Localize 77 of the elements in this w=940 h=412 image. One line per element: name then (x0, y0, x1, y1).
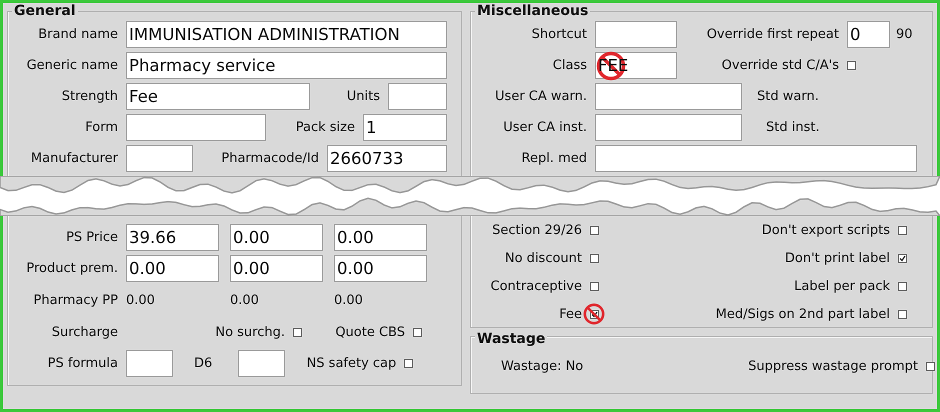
input-field[interactable] (238, 350, 286, 377)
checkbox[interactable] (847, 61, 856, 70)
field-label: Pharmacode/Id (220, 151, 320, 166)
checkbox[interactable] (404, 359, 414, 368)
field-label: D6 (194, 356, 212, 371)
field-label: Pharmacy PP (32, 293, 119, 308)
checkbox[interactable] (898, 254, 907, 262)
checkbox[interactable] (590, 226, 599, 234)
input-field[interactable] (388, 83, 447, 110)
field-label: Units (346, 89, 381, 104)
option-label: No discount (504, 250, 583, 266)
input-field[interactable] (595, 114, 742, 141)
price-value: 0.00 (126, 293, 156, 308)
section-title: General (13, 3, 77, 19)
input-field[interactable]: 2660733 (327, 145, 447, 172)
checkbox[interactable] (590, 282, 599, 290)
option-label: Med/Sigs on 2nd part label (714, 306, 891, 322)
input-field[interactable]: Pharmacy service (126, 52, 447, 79)
input-field[interactable]: 0 (847, 21, 890, 48)
field-label: Generic name (26, 58, 119, 73)
option-label: Don't print label (784, 250, 891, 266)
option-label: Contraceptive (490, 278, 583, 294)
field-label: Quote CBS (334, 325, 406, 340)
field-label: Form (84, 120, 119, 135)
field-label: Product prem. (25, 261, 119, 276)
field-label: Surcharge (50, 325, 119, 340)
price-value: 0.00 (334, 293, 364, 308)
wastage-status: Wastage: No (501, 359, 584, 374)
field-label: PS Price (65, 230, 119, 245)
option-label: Don't export scripts (760, 222, 891, 238)
input-field[interactable]: 39.66 (126, 224, 219, 251)
checkbox[interactable] (293, 328, 302, 337)
input-field[interactable] (595, 83, 742, 110)
input-field[interactable] (126, 145, 193, 172)
field-label: Class (552, 58, 588, 73)
input-field[interactable] (126, 350, 173, 377)
field-label: Std inst. (766, 120, 820, 135)
input-field[interactable] (595, 21, 677, 48)
checkbox[interactable] (898, 310, 907, 318)
field-label: Override first repeat (706, 27, 840, 42)
option-label: Fee (558, 306, 583, 322)
section-title: Wastage (475, 331, 548, 347)
price-value: 0.00 (230, 293, 260, 308)
option-label: Label per pack (793, 278, 891, 294)
field-label: Brand name (37, 27, 119, 42)
checkbox[interactable] (413, 328, 422, 337)
field-label: Pack size (294, 120, 356, 135)
field-label: NS safety cap (306, 356, 398, 371)
checkbox[interactable] (590, 254, 599, 262)
field-label: Shortcut (530, 27, 588, 42)
input-field[interactable]: Fee (126, 83, 310, 110)
input-field[interactable] (595, 145, 917, 172)
option-label: Suppress wastage prompt (747, 359, 919, 374)
field-label: No surchg. (214, 325, 286, 340)
field-label: User CA inst. (502, 120, 588, 135)
input-field[interactable] (126, 114, 266, 141)
input-field[interactable]: 1 (363, 114, 447, 141)
input-field[interactable]: 0.00 (334, 255, 427, 282)
field-label: User CA warn. (494, 89, 588, 104)
input-field[interactable]: IMMUNISATION ADMINISTRATION (126, 21, 447, 48)
field-label: Repl. med (520, 151, 588, 166)
input-field[interactable]: 0.00 (230, 255, 323, 282)
field-label: Strength (60, 89, 119, 104)
field-label: PS formula (46, 356, 119, 371)
input-field[interactable]: 0.00 (126, 255, 219, 282)
field-label: Manufacturer (30, 151, 119, 166)
section-title: Miscellaneous (476, 3, 590, 19)
checkbox[interactable] (926, 362, 935, 371)
prohibited-icon (583, 302, 605, 324)
input-field[interactable]: 0.00 (230, 224, 323, 251)
checkbox[interactable] (898, 226, 907, 234)
field-label: Override std C/A's (720, 58, 840, 73)
checkbox[interactable] (898, 282, 907, 290)
option-label: Section 29/26 (491, 222, 583, 238)
field-label: Std warn. (757, 89, 819, 104)
input-field[interactable]: 0.00 (334, 224, 427, 251)
repeat-count: 90 (896, 27, 913, 42)
